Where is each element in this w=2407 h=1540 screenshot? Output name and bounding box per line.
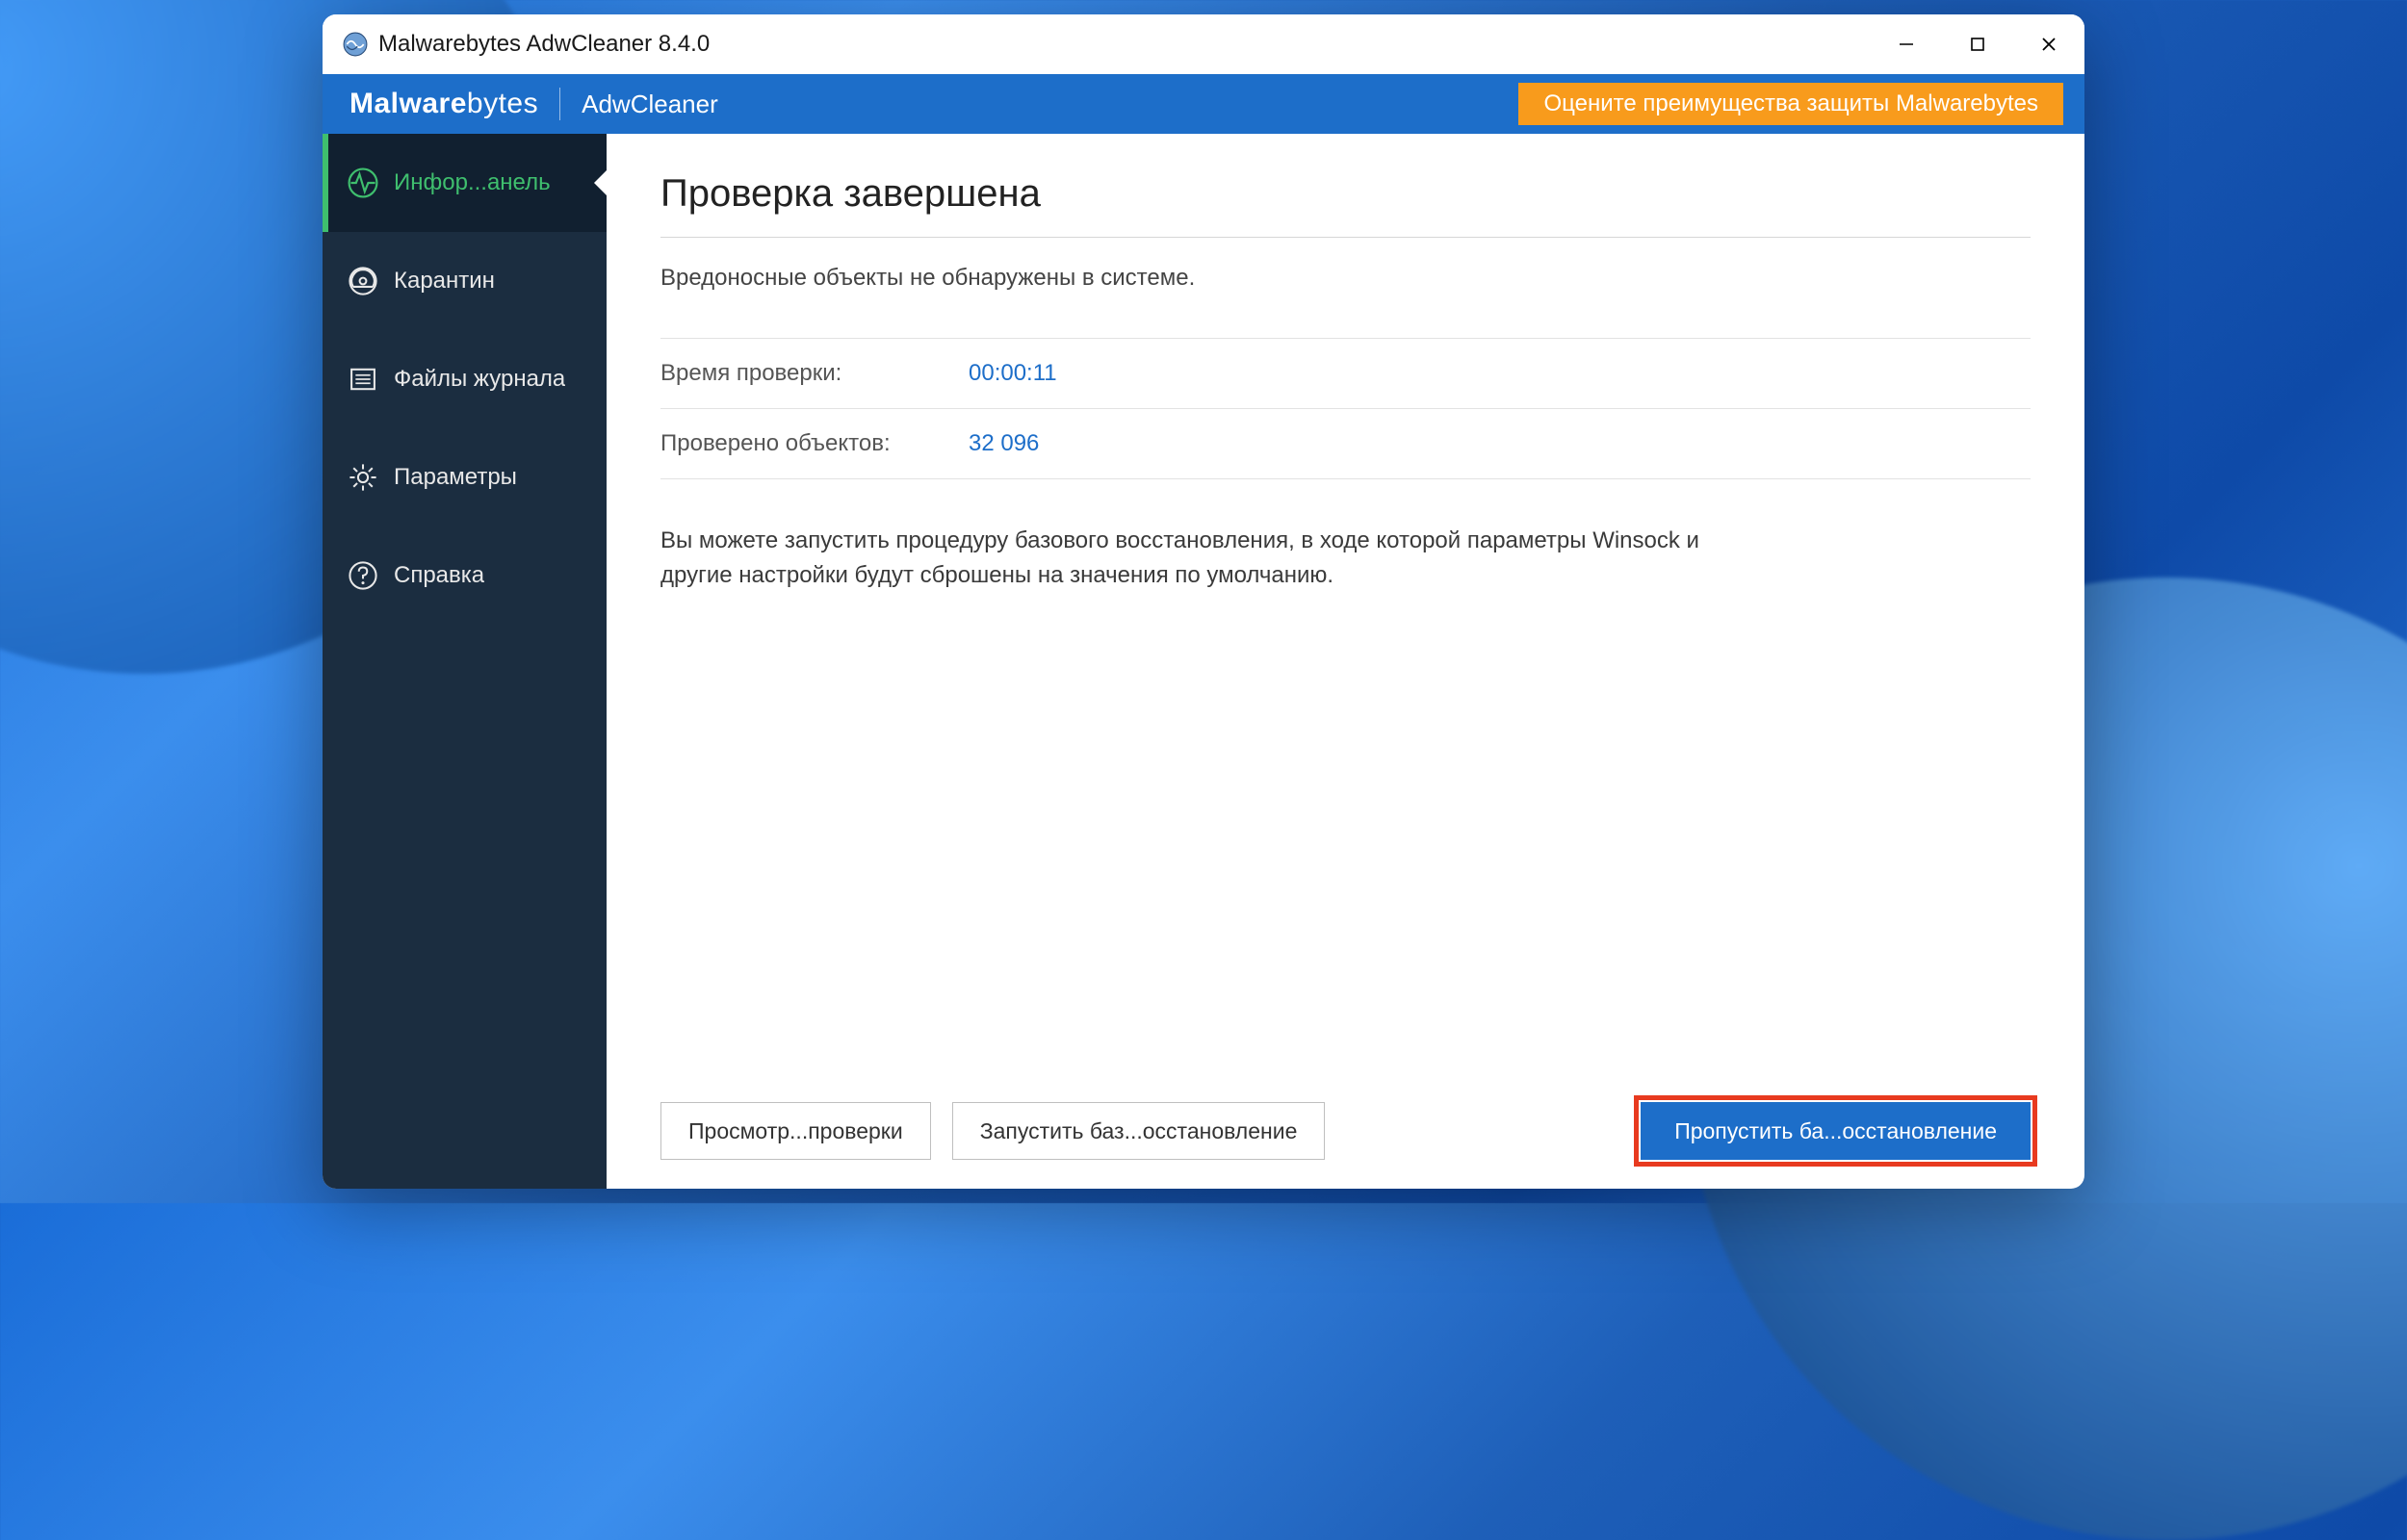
app-icon bbox=[342, 31, 369, 58]
result-subtitle: Вредоносные объекты не обнаружены в сист… bbox=[660, 265, 2031, 292]
app-window: Malwarebytes AdwCleaner 8.4.0 Malwarebyt… bbox=[323, 14, 2084, 1189]
minimize-button[interactable] bbox=[1871, 14, 1942, 74]
help-icon bbox=[344, 556, 382, 595]
sidebar-item-label: Справка bbox=[394, 562, 484, 589]
sidebar-item-logfiles[interactable]: Файлы журнала bbox=[323, 330, 607, 428]
run-basic-repair-button[interactable]: Запустить баз...осстановление bbox=[952, 1102, 1326, 1160]
sidebar-item-settings[interactable]: Параметры bbox=[323, 428, 607, 526]
app-body: Инфор...анель Карантин Файлы журнала Пар… bbox=[323, 134, 2084, 1189]
sidebar-item-label: Файлы журнала bbox=[394, 366, 565, 393]
settings-icon bbox=[344, 458, 382, 497]
repair-description: Вы можете запустить процедуру базового в… bbox=[660, 524, 1758, 593]
logo-bold: Malware bbox=[349, 88, 467, 120]
footer-buttons: Просмотр...проверки Запустить баз...осст… bbox=[660, 1083, 2031, 1160]
skip-basic-repair-button[interactable]: Пропустить ба...осстановление bbox=[1641, 1102, 2031, 1160]
titlebar[interactable]: Malwarebytes AdwCleaner 8.4.0 bbox=[323, 14, 2084, 74]
sidebar: Инфор...анель Карантин Файлы журнала Пар… bbox=[323, 134, 607, 1189]
logo-thin: bytes bbox=[467, 88, 538, 120]
product-name: AdwCleaner bbox=[582, 90, 718, 119]
view-report-button[interactable]: Просмотр...проверки bbox=[660, 1102, 931, 1160]
brand-logo: Malwarebytes bbox=[349, 88, 538, 120]
main-content: Проверка завершена Вредоносные объекты н… bbox=[607, 134, 2084, 1189]
maximize-button[interactable] bbox=[1942, 14, 2013, 74]
sidebar-item-dashboard[interactable]: Инфор...анель bbox=[323, 134, 607, 232]
quarantine-icon bbox=[344, 262, 382, 300]
app-header: Malwarebytes AdwCleaner Оцените преимуще… bbox=[323, 74, 2084, 134]
window-title: Malwarebytes AdwCleaner 8.4.0 bbox=[378, 31, 710, 58]
close-button[interactable] bbox=[2013, 14, 2084, 74]
sidebar-item-label: Параметры bbox=[394, 464, 517, 491]
stat-value-scan-time: 00:00:11 bbox=[969, 360, 1057, 387]
stat-row-items-scanned: Проверено объектов: 32 096 bbox=[660, 409, 2031, 479]
sidebar-item-quarantine[interactable]: Карантин bbox=[323, 232, 607, 330]
stat-label: Проверено объектов: bbox=[660, 430, 969, 457]
promo-button[interactable]: Оцените преимущества защиты Malwarebytes bbox=[1518, 83, 2063, 125]
log-files-icon bbox=[344, 360, 382, 398]
sidebar-item-label: Карантин bbox=[394, 268, 495, 295]
header-divider bbox=[559, 88, 560, 120]
dashboard-icon bbox=[344, 164, 382, 202]
page-title: Проверка завершена bbox=[660, 172, 2031, 238]
stat-label: Время проверки: bbox=[660, 360, 969, 387]
sidebar-item-label: Инфор...анель bbox=[394, 169, 551, 196]
stat-row-scan-time: Время проверки: 00:00:11 bbox=[660, 338, 2031, 409]
sidebar-item-help[interactable]: Справка bbox=[323, 526, 607, 625]
stat-value-items-scanned: 32 096 bbox=[969, 430, 1039, 457]
window-controls bbox=[1871, 14, 2084, 74]
